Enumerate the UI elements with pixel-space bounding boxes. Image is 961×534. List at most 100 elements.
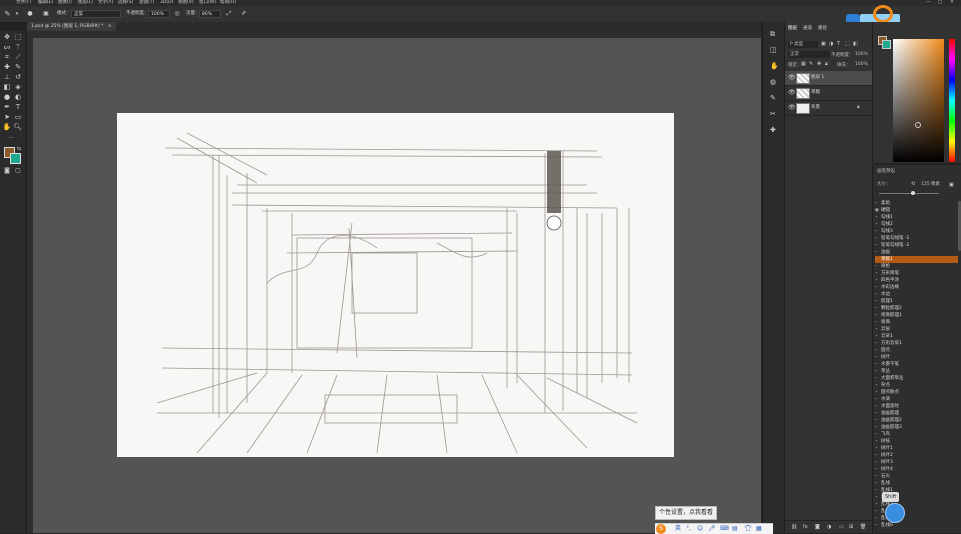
swap-colors-icon[interactable]: ⇆: [14, 145, 24, 154]
ime-punct-icon[interactable]: °,: [686, 525, 691, 533]
brush-preset-item[interactable]: ⌁ 圆点散点: [875, 389, 958, 396]
reset-brush-icon[interactable]: ⟲: [911, 180, 915, 188]
eye-icon[interactable]: 👁︎: [788, 104, 796, 111]
brush-preset-item[interactable]: ⌁ 圆点: [875, 347, 958, 354]
brush-preset-item[interactable]: ⌁ 云朵1: [875, 333, 958, 340]
floating-assistant-ball[interactable]: [885, 503, 905, 523]
brush-preset-item[interactable]: ⌁ 铅笔勾线笔 -1: [875, 235, 958, 242]
brush-preset-item[interactable]: ⌁ 水边: [875, 291, 958, 298]
layer-opacity-value[interactable]: 100%: [855, 52, 868, 57]
brush-size-slider-thumb[interactable]: [911, 191, 915, 195]
color-field-cursor[interactable]: [915, 122, 921, 128]
layer-row-3[interactable]: 👁︎ 背景 🔒︎: [785, 101, 873, 116]
brush-preset-item[interactable]: ⌁ 柔角: [875, 200, 958, 207]
lock-pixels-icon[interactable]: ▦: [801, 60, 806, 68]
brush-size-value[interactable]: 125 像素: [921, 181, 940, 187]
brush-preset-item[interactable]: ⌁ 铅笔勾线笔 -2: [875, 242, 958, 249]
ime-voice-icon[interactable]: 🎤︎: [708, 525, 716, 533]
brush-preset-item[interactable]: ⌁ 方形喷笔: [875, 270, 958, 277]
pressure-size-icon[interactable]: ✐: [240, 10, 248, 18]
more-tools-icon[interactable]: ···: [6, 134, 16, 143]
color-field[interactable]: [893, 39, 944, 162]
paint-bucket-icon[interactable]: ◈: [13, 83, 23, 92]
brush-preset-item[interactable]: ⌁ 树叶2: [875, 452, 958, 459]
brush-preset-item[interactable]: ⌁ 树叶4: [875, 466, 958, 473]
brush-panel-icon[interactable]: ▣: [42, 10, 50, 18]
tab-channels[interactable]: 通道: [803, 25, 812, 31]
blur-tool-icon[interactable]: ●: [2, 93, 12, 102]
layer-kind-filter[interactable]: P 类型: [788, 41, 818, 48]
filter-type-icon[interactable]: T: [837, 40, 840, 48]
brush-preset-item[interactable]: ⌁ 乱线6: [875, 522, 958, 529]
ime-menu-icon[interactable]: ▦: [756, 525, 762, 533]
brush-preset-item[interactable]: ⌁ 油画肌理2: [875, 417, 958, 424]
document-tab[interactable]: 1.psd @ 25% (图层 1, RGB/8#) * ×: [27, 22, 116, 31]
brush-preset-item[interactable]: ⌁ 大面积草丛: [875, 375, 958, 382]
dodge-tool-icon[interactable]: ◐: [13, 93, 23, 102]
brush-preset-item[interactable]: ⌁ 肌理1: [875, 298, 958, 305]
blend-mode-select[interactable]: 正常: [788, 51, 830, 58]
brush-preset-item[interactable]: ⌁ 树叶1: [875, 445, 958, 452]
brush-preset-item[interactable]: ⌁ 四色平涂: [875, 277, 958, 284]
actions-panel-icon[interactable]: ✚: [770, 126, 776, 134]
brush-preset-item[interactable]: ⌁ 草稿1: [875, 256, 958, 263]
brush-preset-item[interactable]: ⌁ 喷枪: [875, 263, 958, 270]
background-color-swatch[interactable]: [10, 153, 21, 164]
properties-panel-icon[interactable]: ◫: [770, 46, 777, 54]
ime-emoji-icon[interactable]: ☺: [697, 525, 703, 533]
pen-tool-icon[interactable]: ✒: [2, 103, 12, 112]
brush-preset-item[interactable]: ⌁ 水面波纹: [875, 403, 958, 410]
brush-preset-item[interactable]: ⌁ 水滴: [875, 396, 958, 403]
brush-preset-item[interactable]: ⌁ 方形云朵1: [875, 340, 958, 347]
eye-icon[interactable]: 👁︎: [788, 89, 796, 96]
layer-style-icon[interactable]: fx: [803, 523, 808, 531]
brush-size-icon[interactable]: ●: [26, 10, 34, 18]
rectangle-tool-icon[interactable]: ▭: [13, 113, 23, 122]
add-mask-icon[interactable]: ◙: [815, 523, 820, 531]
screen-mode-icon[interactable]: ▢: [13, 166, 23, 175]
path-select-icon[interactable]: ➤: [2, 113, 12, 122]
hue-slider[interactable]: [949, 39, 955, 162]
hand-tool-icon[interactable]: ✋: [2, 123, 12, 132]
brush-preset-item[interactable]: ⌁ 云层: [875, 326, 958, 333]
lock-paint-icon[interactable]: ✎: [809, 60, 813, 68]
filter-shape-icon[interactable]: ⬚: [845, 40, 850, 48]
layer-row-1[interactable]: 👁︎ 图层 1: [785, 71, 873, 86]
ime-keyboard-icon[interactable]: ⌨: [720, 525, 729, 533]
ime-lang-icon[interactable]: 英: [675, 525, 681, 533]
brush-preset-item[interactable]: ⌁ 油画肌理3: [875, 424, 958, 431]
fill-value[interactable]: 100%: [855, 62, 868, 67]
filter-pixel-icon[interactable]: ▣: [821, 40, 826, 48]
brush-preset-item[interactable]: ⌁ 树枝: [875, 438, 958, 445]
move-tool-icon[interactable]: ✥: [2, 33, 12, 42]
filter-smart-icon[interactable]: ◧: [853, 40, 858, 48]
brush-preset-item[interactable]: ⌁ 飞鸟: [875, 431, 958, 438]
brush-preset-item[interactable]: ⌁ 水墨干笔: [875, 361, 958, 368]
brush-preset-item[interactable]: ⌁ 水彩边缘: [875, 284, 958, 291]
tool-presets-icon[interactable]: ✂: [770, 110, 776, 118]
brush-panel-menu-icon[interactable]: ▣: [949, 181, 954, 189]
brush-preset-item[interactable]: ⌁ 勾线3: [875, 228, 958, 235]
brush-preset-item[interactable]: ● 硬圆: [875, 207, 958, 214]
ime-toolbar[interactable]: S 英 °, ☺ 🎤︎ ⌨ ▤ 👕︎ ▦: [655, 523, 773, 534]
link-layers-icon[interactable]: ⛓: [791, 523, 797, 531]
mode-select[interactable]: 正常: [71, 10, 121, 18]
brush-settings-icon[interactable]: ✎: [770, 94, 776, 102]
tab-layers[interactable]: 图层: [788, 25, 797, 31]
layer-name[interactable]: 背景: [811, 104, 820, 111]
brush-preset-item[interactable]: ⌁ 勾线2: [875, 221, 958, 228]
eye-icon[interactable]: 👁︎: [788, 74, 796, 81]
new-layer-icon[interactable]: ⊞: [849, 523, 853, 531]
crop-tool-icon[interactable]: ⌗: [2, 53, 12, 62]
magic-wand-icon[interactable]: ⚚: [13, 43, 23, 52]
history-panel-icon[interactable]: ⧉: [770, 30, 775, 38]
ime-skin-icon[interactable]: ▤: [732, 525, 738, 533]
brush-preset-item[interactable]: ⌁ 喷溅肌理1: [875, 312, 958, 319]
adjustments-panel-icon[interactable]: ✋: [770, 62, 779, 70]
airbrush-icon[interactable]: ⤢: [225, 10, 233, 18]
brush-preset-item[interactable]: ⌁ 喷溅: [875, 319, 958, 326]
brush-preset-item[interactable]: ⌁ 乱线: [875, 480, 958, 487]
brush-tool-icon[interactable]: ✎: [13, 63, 23, 72]
marquee-tool-icon[interactable]: ⬚: [13, 33, 23, 42]
document-canvas[interactable]: [117, 113, 674, 457]
